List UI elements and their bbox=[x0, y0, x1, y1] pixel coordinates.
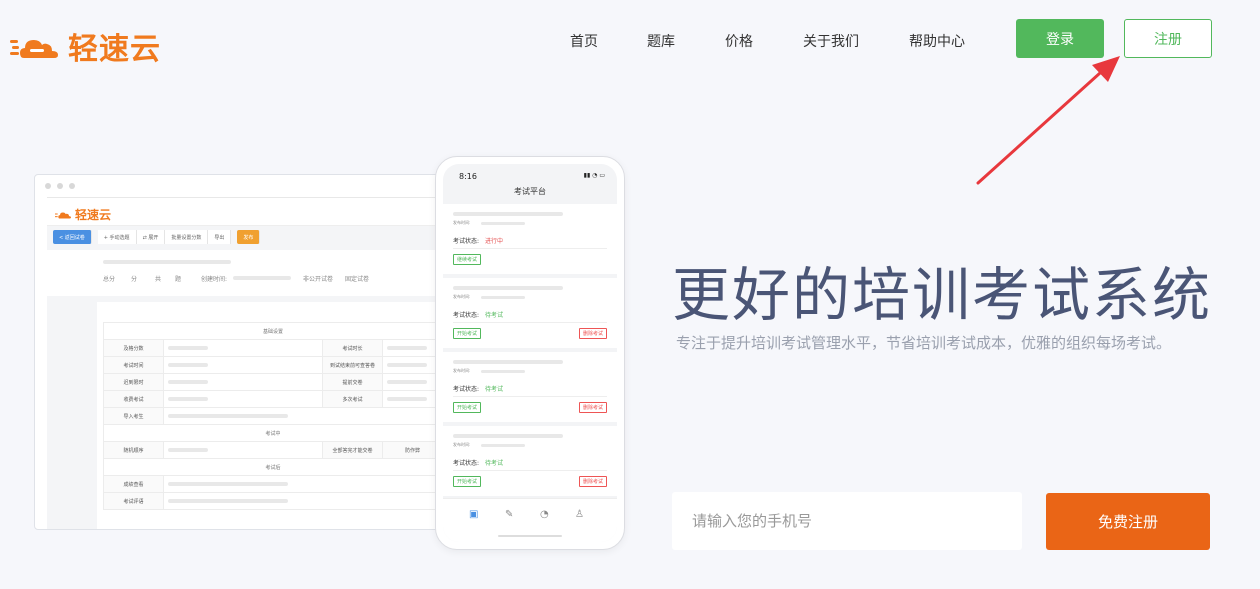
published-label: 发布时间: bbox=[453, 368, 471, 373]
start-exam-button: 开始考试 bbox=[453, 402, 482, 413]
delete-exam-button: 删除考试 bbox=[578, 476, 607, 487]
status-label: 考试状态: bbox=[453, 386, 480, 393]
row-label: 随机顺序 bbox=[103, 441, 164, 459]
back-to-papers-button: < 返回试卷 bbox=[53, 230, 92, 244]
phone-number-input[interactable] bbox=[672, 492, 1022, 550]
published-label: 发布时间: bbox=[453, 220, 471, 225]
phone-screen: 8:16 ▮▮ ◔ ▭ 考试平台 发布时间: 考试状态: 进行中 继续考试 发布… bbox=[443, 164, 617, 542]
publish-button: 发布 bbox=[237, 230, 261, 244]
section-after: 考试后 bbox=[103, 458, 443, 476]
published-label: 发布时间: bbox=[453, 294, 471, 299]
user-icon: ♙ bbox=[575, 509, 584, 520]
nav-question-bank[interactable]: 题库 bbox=[647, 31, 675, 51]
batch-score-button: 批量设置分数 bbox=[165, 230, 209, 244]
info-points: 分 bbox=[131, 276, 138, 283]
home-indicator bbox=[498, 535, 562, 537]
row-label: 导入考生 bbox=[103, 407, 164, 425]
section-basic: 基础设置 bbox=[103, 322, 443, 340]
row-label: 成绩查看 bbox=[103, 475, 164, 493]
start-exam-button: 开始考试 bbox=[453, 476, 482, 487]
exam-card: 发布时间: 考试状态: 待考试 开始考试 删除考试 bbox=[443, 426, 617, 496]
export-button: 导出 bbox=[208, 230, 232, 244]
status-value: 待考试 bbox=[485, 460, 504, 467]
manual-select-button: + 手动选题 bbox=[97, 230, 137, 244]
expand-button: ⇄ 展开 bbox=[136, 230, 166, 244]
row-label: 及格分数 bbox=[103, 339, 164, 357]
continue-exam-button: 继续考试 bbox=[453, 254, 482, 265]
status-value: 待考试 bbox=[485, 386, 504, 393]
nav-home[interactable]: 首页 bbox=[570, 31, 598, 51]
row-label: 考试时间 bbox=[103, 356, 164, 374]
status-value: 进行中 bbox=[485, 238, 504, 245]
nav-help[interactable]: 帮助中心 bbox=[909, 31, 965, 51]
phone-time: 8:16 bbox=[459, 172, 477, 181]
phone-title: 考试平台 bbox=[514, 187, 546, 196]
status-label: 考试状态: bbox=[453, 238, 480, 245]
desktop-mockup: 轻速云 < 返回试卷 + 手动选题 ⇄ 展开 批量设置分数 导出 发布 总分 分… bbox=[34, 174, 454, 530]
check-icon: ◔ bbox=[540, 509, 549, 520]
exam-card: 发布时间: 考试状态: 待考试 开始考试 删除考试 bbox=[443, 278, 617, 348]
phone-mockup: 8:16 ▮▮ ◔ ▭ 考试平台 发布时间: 考试状态: 进行中 继续考试 发布… bbox=[435, 156, 625, 550]
nav-about[interactable]: 关于我们 bbox=[803, 31, 859, 51]
free-register-button[interactable]: 免费注册 bbox=[1046, 493, 1210, 550]
row-label: 迟到限时 bbox=[103, 373, 164, 391]
hero-subtitle: 专注于提升培训考试管理水平，节省培训考试成本，优雅的组织每场考试。 bbox=[676, 334, 1172, 352]
mini-logo: 轻速云 bbox=[55, 206, 111, 223]
info-fixed: 固定试卷 bbox=[345, 276, 370, 283]
row-label: 防作弊 bbox=[382, 441, 443, 459]
cloud-logo-icon bbox=[10, 40, 58, 58]
row-label: 到试结束前可查答卷 bbox=[322, 356, 383, 374]
red-arrow-annotation bbox=[976, 56, 1120, 185]
status-label: 考试状态: bbox=[453, 312, 480, 319]
row-label: 全部答完才能交卷 bbox=[322, 441, 383, 459]
info-count: 共 bbox=[155, 276, 162, 283]
paper-info-row: 总分 分 共 题 创建时间: 非公开试卷 固定试卷 bbox=[47, 250, 453, 296]
settings-table: 基础设置 及格分数 考试时长 考试时间 到试结束前可查答卷 迟到限时 提前交卷 收费考… bbox=[103, 322, 443, 510]
info-created: 创建时间: bbox=[201, 276, 228, 283]
info-questions: 题 bbox=[175, 276, 182, 283]
logo-text: 轻速云 bbox=[68, 32, 161, 67]
nav-pricing[interactable]: 价格 bbox=[725, 31, 753, 51]
window-dot bbox=[69, 183, 75, 189]
row-label: 提前交卷 bbox=[322, 373, 383, 391]
status-value: 待考试 bbox=[485, 312, 504, 319]
desktop-screen: 轻速云 < 返回试卷 + 手动选题 ⇄ 展开 批量设置分数 导出 发布 总分 分… bbox=[47, 197, 453, 529]
status-label: 考试状态: bbox=[453, 460, 480, 467]
exam-card: 发布时间: 考试状态: 待考试 开始考试 删除考试 bbox=[443, 352, 617, 422]
edit-icon: ✎ bbox=[505, 509, 514, 520]
row-label: 收费考试 bbox=[103, 390, 164, 408]
mini-logo-text: 轻速云 bbox=[75, 208, 112, 222]
hero-title: 更好的培训考试系统 bbox=[672, 261, 1213, 329]
start-exam-button: 开始考试 bbox=[453, 328, 482, 339]
window-dot bbox=[57, 183, 63, 189]
register-button[interactable]: 注册 bbox=[1124, 19, 1212, 58]
phone-tabbar: ▣ ✎ ◔ ♙ bbox=[443, 498, 617, 542]
cloud-logo-icon bbox=[55, 212, 71, 219]
section-during: 考试中 bbox=[103, 424, 443, 442]
signal-battery-icon: ▮▮ ◔ ▭ bbox=[583, 172, 605, 179]
row-label: 考试评语 bbox=[103, 492, 164, 510]
info-total: 总分 bbox=[103, 276, 116, 283]
mini-toolbar: < 返回试卷 + 手动选题 ⇄ 展开 批量设置分数 导出 发布 bbox=[53, 230, 261, 244]
row-label: 多次考试 bbox=[322, 390, 383, 408]
delete-exam-button: 删除考试 bbox=[578, 402, 607, 413]
row-label: 考试时长 bbox=[322, 339, 383, 357]
window-dot bbox=[45, 183, 51, 189]
brand-logo[interactable]: 轻速云 bbox=[10, 24, 161, 68]
delete-exam-button: 删除考试 bbox=[578, 328, 607, 339]
published-label: 发布时间: bbox=[453, 442, 471, 447]
window-controls bbox=[35, 175, 453, 197]
exam-card: 发布时间: 考试状态: 进行中 继续考试 bbox=[443, 204, 617, 274]
exam-icon: ▣ bbox=[469, 509, 479, 520]
info-private: 非公开试卷 bbox=[303, 276, 334, 283]
